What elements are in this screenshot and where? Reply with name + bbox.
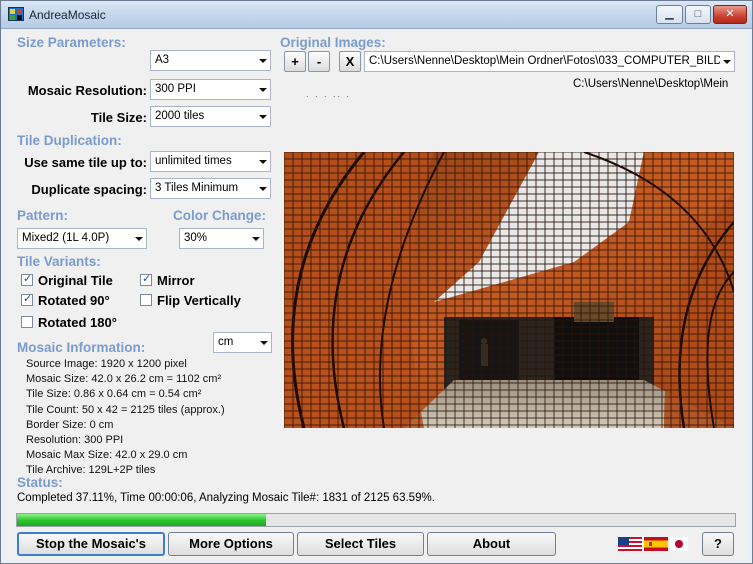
- info-line: Tile Count: 50 x 42 = 2125 tiles (approx…: [26, 403, 225, 416]
- clear-images-button[interactable]: X: [339, 51, 361, 72]
- chevron-down-icon: [256, 80, 270, 99]
- folder-path-text: C:\Users\Nenne\Desktop\Mein: [573, 78, 729, 90]
- duplicate-spacing-select[interactable]: 3 Tiles Minimum: [150, 178, 271, 199]
- same-tile-label: Use same tile up to:: [24, 155, 147, 170]
- rotated-180-label: Rotated 180°: [38, 315, 117, 330]
- minimize-button[interactable]: ▁: [656, 5, 683, 24]
- rotated-90-label: Rotated 90°: [38, 293, 110, 308]
- original-images-heading: Original Images:: [280, 35, 386, 50]
- mosaic-information-heading: Mosaic Information:: [17, 340, 146, 355]
- chevron-down-icon: [257, 333, 271, 352]
- rotated-90-checkbox[interactable]: Rotated 90°: [21, 292, 110, 308]
- chevron-down-icon: [256, 51, 270, 70]
- maximize-button[interactable]: □: [685, 5, 711, 24]
- chevron-down-icon: [720, 52, 734, 71]
- japan-flag-icon[interactable]: [670, 537, 688, 551]
- info-line: Tile Size: 0.86 x 0.64 cm = 0.54 cm²: [26, 388, 202, 401]
- progress-bar: [16, 513, 736, 527]
- checkbox-checked-icon: [140, 272, 152, 286]
- image-path-select[interactable]: C:\Users\Nenne\Desktop\Mein Ordner\Fotos…: [364, 51, 735, 72]
- resolution-select[interactable]: 300 PPI: [150, 79, 271, 100]
- tile-duplication-heading: Tile Duplication:: [17, 133, 122, 148]
- unit-select[interactable]: cm: [213, 332, 272, 353]
- tile-size-value: 2000 tiles: [155, 110, 205, 122]
- app-icon: [8, 7, 24, 21]
- original-tile-checkbox[interactable]: Original Tile: [21, 272, 113, 288]
- unit-value: cm: [218, 336, 234, 348]
- pattern-heading: Pattern:: [17, 208, 69, 223]
- flip-vertically-checkbox[interactable]: Flip Vertically: [140, 293, 241, 308]
- paper-size-value: A3: [155, 54, 170, 66]
- chevron-down-icon: [132, 229, 146, 248]
- info-line: Resolution: 300 PPI: [26, 434, 124, 447]
- thumbnail-dots: . . . .. .: [306, 89, 352, 99]
- duplicate-spacing-label: Duplicate spacing:: [31, 182, 147, 197]
- duplicate-spacing-value: 3 Tiles Minimum: [155, 182, 239, 194]
- about-button[interactable]: About: [427, 532, 556, 556]
- flip-vertically-label: Flip Vertically: [157, 293, 241, 308]
- info-line: Mosaic Size: 42.0 x 26.2 cm = 1102 cm²: [26, 373, 222, 386]
- pattern-value: Mixed2 (1L 4.0P): [22, 232, 110, 244]
- window-title: AndreaMosaic: [29, 8, 106, 22]
- tile-variants-heading: Tile Variants:: [17, 254, 101, 269]
- info-line: Source Image: 1920 x 1200 pixel: [26, 358, 187, 370]
- more-options-button[interactable]: More Options: [168, 532, 294, 556]
- same-tile-select[interactable]: unlimited times: [150, 151, 271, 172]
- info-line: Border Size: 0 cm: [26, 418, 114, 431]
- chevron-down-icon: [256, 152, 270, 171]
- pattern-select[interactable]: Mixed2 (1L 4.0P): [17, 228, 147, 249]
- mosaic-information-list: Source Image: 1920 x 1200 pixel Mosaic S…: [26, 357, 225, 479]
- add-image-button[interactable]: +: [284, 51, 306, 72]
- app-window: AndreaMosaic ▁ □ ✕ Size Parameters: A3 M…: [0, 0, 753, 564]
- checkbox-checked-icon: [21, 272, 33, 286]
- us-flag-icon[interactable]: [618, 537, 642, 551]
- resolution-label: Mosaic Resolution:: [27, 83, 147, 98]
- chevron-down-icon: [249, 229, 263, 248]
- checkbox-unchecked-icon: [21, 316, 33, 328]
- mirror-label: Mirror: [157, 273, 195, 288]
- chevron-down-icon: [256, 179, 270, 198]
- checkbox-checked-icon: [21, 292, 33, 306]
- size-parameters-heading: Size Parameters:: [17, 35, 126, 50]
- color-change-select[interactable]: 30%: [179, 228, 264, 249]
- same-tile-value: unlimited times: [155, 155, 232, 167]
- status-heading: Status:: [17, 475, 63, 490]
- progress-fill: [17, 514, 266, 526]
- title-bar[interactable]: AndreaMosaic ▁ □ ✕: [1, 1, 752, 29]
- close-button[interactable]: ✕: [713, 5, 747, 24]
- mirror-checkbox[interactable]: Mirror: [140, 272, 195, 288]
- info-line: Mosaic Max Size: 42.0 x 29.0 cm: [26, 449, 188, 462]
- tile-size-select[interactable]: 2000 tiles: [150, 106, 271, 127]
- main-panel: Size Parameters: A3 Mosaic Resolution: 3…: [6, 30, 747, 560]
- help-button[interactable]: ?: [702, 532, 734, 556]
- resolution-value: 300 PPI: [155, 83, 196, 95]
- remove-image-button[interactable]: -: [308, 51, 330, 72]
- select-tiles-button[interactable]: Select Tiles: [297, 532, 424, 556]
- color-change-value: 30%: [184, 232, 208, 244]
- paper-size-select[interactable]: A3: [150, 50, 271, 71]
- tile-size-label: Tile Size:: [90, 110, 147, 125]
- spain-flag-icon[interactable]: [644, 537, 668, 551]
- mosaic-preview-graphic: [284, 152, 734, 428]
- status-text: Completed 37.11%, Time 00:00:06, Analyzi…: [17, 492, 435, 504]
- chevron-down-icon: [256, 107, 270, 126]
- mosaic-preview-image: [284, 152, 734, 428]
- stop-mosaic-button[interactable]: Stop the Mosaic's: [17, 532, 165, 556]
- image-path-value: C:\Users\Nenne\Desktop\Mein Ordner\Fotos…: [369, 55, 729, 67]
- checkbox-unchecked-icon: [140, 294, 152, 306]
- color-change-heading: Color Change:: [173, 208, 266, 223]
- rotated-180-checkbox[interactable]: Rotated 180°: [21, 315, 117, 330]
- original-tile-label: Original Tile: [38, 273, 113, 288]
